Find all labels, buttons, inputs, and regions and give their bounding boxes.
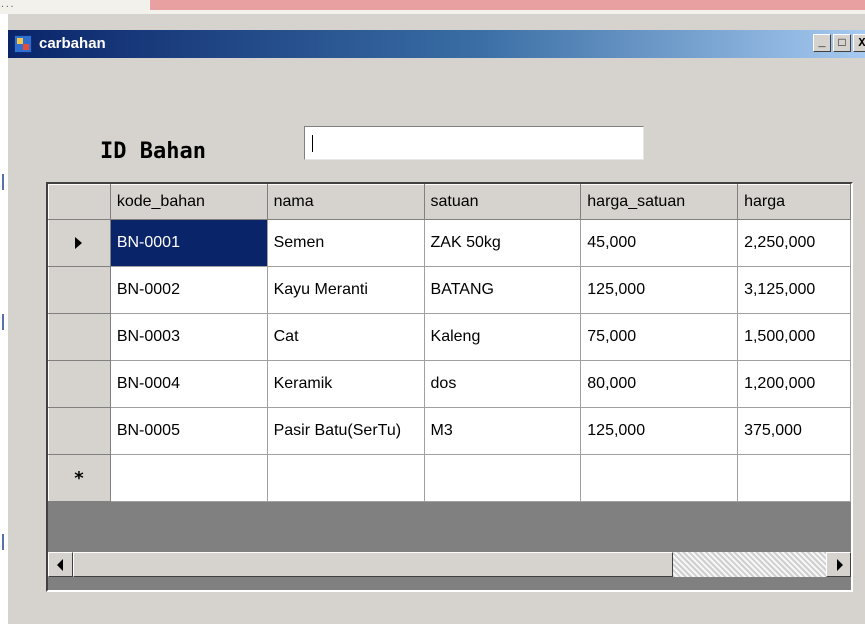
close-button[interactable]: X	[853, 34, 865, 52]
table-row[interactable]: BN-0005 Pasir Batu(SerTu) M3 125,000 375…	[48, 407, 851, 455]
cell-satuan[interactable]: ZAK 50kg	[423, 219, 582, 267]
cell-harga[interactable]: 2,250,000	[737, 219, 851, 267]
cell-satuan[interactable]: dos	[423, 360, 582, 408]
id-bahan-label: ID Bahan	[100, 139, 206, 164]
cell-kode-bahan[interactable]: BN-0005	[109, 407, 268, 455]
row-header[interactable]	[48, 266, 111, 314]
background-tick	[2, 174, 4, 190]
cell-harga[interactable]: 1,200,000	[737, 360, 851, 408]
background-tick	[2, 314, 4, 330]
text-caret	[312, 135, 313, 152]
app-icon	[14, 35, 32, 53]
cell-harga[interactable]: 3,125,000	[737, 266, 851, 314]
cell-harga-satuan[interactable]: 125,000	[580, 407, 739, 455]
cell-satuan[interactable]: Kaleng	[423, 313, 582, 361]
data-grid[interactable]: kode_bahan nama satuan harga_satuan harg…	[46, 182, 853, 592]
new-cell-harga[interactable]	[737, 454, 851, 502]
column-header-kode-bahan[interactable]: kode_bahan	[109, 184, 268, 220]
new-cell-harga-satuan[interactable]	[580, 454, 739, 502]
table-row[interactable]: BN-0001 Semen ZAK 50kg 45,000 2,250,000	[48, 219, 851, 267]
cell-nama[interactable]: Cat	[266, 313, 425, 361]
scroll-track[interactable]	[673, 552, 826, 577]
row-header[interactable]	[48, 219, 111, 267]
column-header-harga-satuan[interactable]: harga_satuan	[580, 184, 739, 220]
cell-nama[interactable]: Kayu Meranti	[266, 266, 425, 314]
header-row: kode_bahan nama satuan harga_satuan harg…	[48, 184, 851, 220]
cell-harga[interactable]: 1,500,000	[737, 313, 851, 361]
background-window-edge	[150, 0, 865, 10]
scroll-left-button[interactable]	[48, 552, 73, 577]
window-controls: _ □ X	[813, 34, 865, 52]
current-row-arrow-icon	[75, 236, 83, 249]
new-cell-nama[interactable]	[266, 454, 425, 502]
new-cell-satuan[interactable]	[423, 454, 582, 502]
cell-satuan[interactable]: M3	[423, 407, 582, 455]
table-row[interactable]: BN-0002 Kayu Meranti BATANG 125,000 3,12…	[48, 266, 851, 314]
app-window: carbahan _ □ X ID Bahan kode_bahan nama …	[8, 14, 865, 624]
cell-kode-bahan[interactable]: BN-0003	[109, 313, 268, 361]
window-title: carbahan	[39, 35, 106, 52]
corner-header-cell[interactable]	[48, 184, 111, 220]
row-header[interactable]: *	[48, 454, 111, 502]
cell-nama[interactable]: Pasir Batu(SerTu)	[266, 407, 425, 455]
maximize-button[interactable]: □	[833, 34, 851, 52]
grid-table: kode_bahan nama satuan harga_satuan harg…	[48, 184, 851, 502]
cell-nama[interactable]: Keramik	[266, 360, 425, 408]
background-tick	[2, 534, 4, 550]
column-header-satuan[interactable]: satuan	[423, 184, 582, 220]
table-row[interactable]: BN-0004 Keramik dos 80,000 1,200,000	[48, 360, 851, 408]
new-cell-kode-bahan[interactable]	[109, 454, 268, 502]
cell-nama[interactable]: Semen	[266, 219, 425, 267]
cell-harga-satuan[interactable]: 75,000	[580, 313, 739, 361]
cell-harga-satuan[interactable]: 125,000	[580, 266, 739, 314]
column-header-nama[interactable]: nama	[266, 184, 425, 220]
row-header[interactable]	[48, 407, 111, 455]
scroll-right-button[interactable]	[826, 552, 851, 577]
new-row[interactable]: *	[48, 454, 851, 502]
cell-harga-satuan[interactable]: 80,000	[580, 360, 739, 408]
minimize-button[interactable]: _	[813, 34, 831, 52]
id-bahan-input[interactable]	[304, 126, 644, 160]
title-bar[interactable]: carbahan _ □ X	[8, 30, 865, 58]
cell-kode-bahan[interactable]: BN-0002	[109, 266, 268, 314]
column-header-harga[interactable]: harga	[737, 184, 851, 220]
cell-kode-bahan[interactable]: BN-0001	[109, 219, 268, 267]
scroll-thumb[interactable]	[73, 552, 673, 577]
table-row[interactable]: BN-0003 Cat Kaleng 75,000 1,500,000	[48, 313, 851, 361]
cell-harga-satuan[interactable]: 45,000	[580, 219, 739, 267]
cell-kode-bahan[interactable]: BN-0004	[109, 360, 268, 408]
cell-satuan[interactable]: BATANG	[423, 266, 582, 314]
row-header[interactable]	[48, 313, 111, 361]
horizontal-scrollbar[interactable]	[48, 552, 851, 577]
background-label: ...	[0, 0, 15, 9]
background-strip: ...	[0, 0, 865, 14]
row-header[interactable]	[48, 360, 111, 408]
cell-harga[interactable]: 375,000	[737, 407, 851, 455]
new-row-marker-icon: *	[74, 467, 84, 489]
